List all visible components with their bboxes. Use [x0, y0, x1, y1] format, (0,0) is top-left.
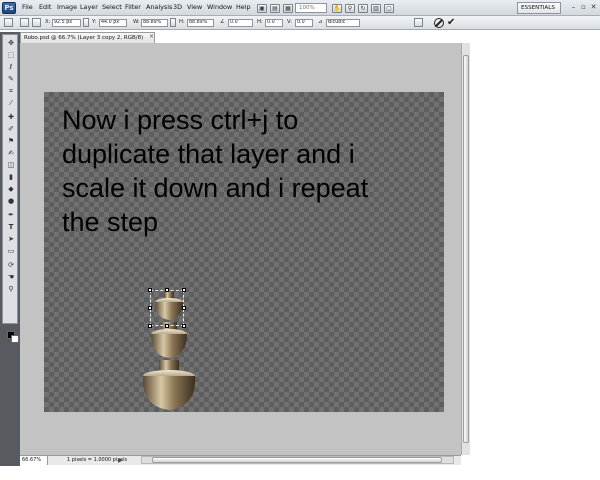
x-position-field[interactable]: 92.5 px	[52, 19, 81, 27]
v-skew-label: V:	[287, 19, 292, 25]
rotate-view-icon[interactable]: ↻	[358, 3, 368, 13]
lasso-tool-icon[interactable]: ℓ	[6, 63, 16, 72]
transform-handle-bottom-left[interactable]	[148, 324, 152, 328]
dodge-icon[interactable]: ●	[6, 197, 16, 206]
vertical-scrollbar[interactable]	[461, 43, 470, 455]
commit-transform-icon[interactable]: ✔	[447, 17, 455, 28]
horizontal-scroll-thumb[interactable]	[152, 457, 442, 463]
transform-handle-top-left[interactable]	[148, 288, 152, 292]
tool-preset-icon[interactable]	[4, 18, 13, 27]
3d-rotate-icon[interactable]: ⟳	[6, 261, 16, 270]
v-skew-field[interactable]: 0.0	[295, 19, 313, 27]
middle-nut-body	[151, 334, 187, 358]
transform-handle-middle-left[interactable]	[148, 306, 152, 310]
close-document-icon[interactable]: ×	[149, 34, 154, 40]
minimize-icon[interactable]: –	[569, 3, 578, 12]
crop-tool-icon[interactable]: ⌗	[6, 87, 16, 96]
bottom-blank-area	[0, 466, 600, 480]
angle-field[interactable]: 0.0	[228, 19, 253, 27]
application-bar: Ps File Edit Image Layer Select Filter A…	[0, 0, 600, 16]
horizontal-scrollbar[interactable]	[141, 456, 454, 464]
y-label: Y:	[92, 19, 97, 25]
document-tab[interactable]: Robo.psd @ 66.7% (Layer 3 copy 2, RGB/8)	[20, 32, 155, 43]
menu-analysis[interactable]: Analysis	[146, 3, 172, 11]
link-icon[interactable]	[170, 18, 176, 27]
angle-icon: ∠	[220, 19, 225, 25]
workspace-switcher[interactable]: ESSENTIALS	[517, 2, 561, 14]
menu-3d[interactable]: 3D	[173, 3, 182, 11]
transform-bounding-box[interactable]	[150, 290, 184, 326]
interpolation-select[interactable]: Bicubic	[326, 19, 360, 27]
hand-tool-icon[interactable]: ☚	[6, 273, 16, 282]
menu-image[interactable]: Image	[57, 3, 77, 11]
reference-point-icon[interactable]	[20, 18, 29, 27]
eyedropper-icon[interactable]: ⁄	[6, 99, 16, 108]
width-field[interactable]: 88.89%	[141, 19, 168, 27]
canvas-text-layer: Now i press ctrl+j to duplicate that lay…	[62, 105, 369, 237]
height-label: H:	[179, 19, 185, 25]
mini-bridge-icon[interactable]: ▤	[270, 3, 280, 13]
h-skew-label: H:	[257, 19, 263, 25]
menu-layer[interactable]: Layer	[80, 3, 98, 11]
hand-icon[interactable]: ✋	[332, 3, 342, 13]
menu-window[interactable]: Window	[207, 3, 232, 11]
transform-handle-bottom-center[interactable]	[165, 324, 169, 328]
menu-edit[interactable]: Edit	[39, 3, 51, 11]
zoom-tool-icon[interactable]: ⚲	[6, 285, 16, 294]
path-select-icon[interactable]: ➤	[6, 235, 16, 244]
blur-icon[interactable]: ◆	[6, 185, 16, 194]
transform-handle-top-right[interactable]	[182, 288, 186, 292]
clone-stamp-icon[interactable]: ⚑	[6, 137, 16, 146]
transform-handle-bottom-right[interactable]	[182, 324, 186, 328]
brush-tool-icon[interactable]: ✐	[6, 125, 16, 134]
tools-column: ✥ ⬚ ℓ ✎ ⌗ ⁄ ✚ ✐ ⚑ ✍ ◫ ▮ ◆ ● ✒ T ➤ ▭ ⟳ ☚ …	[2, 34, 19, 343]
move-tool-icon[interactable]: ✥	[6, 39, 16, 48]
menu-view[interactable]: View	[187, 3, 202, 11]
menu-help[interactable]: Help	[236, 3, 251, 11]
h-skew-field[interactable]: 0.0	[265, 19, 283, 27]
healing-brush-icon[interactable]: ✚	[6, 113, 16, 122]
cancel-transform-icon[interactable]	[434, 18, 444, 28]
menu-file[interactable]: File	[22, 3, 33, 11]
interpolation-label: ⊿	[318, 19, 323, 25]
bottom-nut-cap	[159, 360, 179, 370]
history-brush-icon[interactable]: ✍	[6, 149, 16, 158]
screen-mode-icon[interactable]: ▢	[384, 3, 394, 13]
view-tools: ✋ ⚲ ↻ ▥ ▢	[332, 3, 394, 13]
close-icon[interactable]: ✕	[589, 3, 598, 12]
transform-handle-top-center[interactable]	[165, 288, 169, 292]
pen-tool-icon[interactable]: ✒	[6, 211, 16, 220]
app-bar-tools: ▣ ▤ ▦	[257, 3, 293, 13]
photoshop-logo: Ps	[2, 2, 16, 14]
zoom-level[interactable]: 100%	[295, 3, 327, 13]
quick-select-icon[interactable]: ✎	[6, 75, 16, 84]
vertical-scroll-thumb[interactable]	[463, 55, 469, 443]
bottom-nut-body	[142, 376, 196, 410]
marquee-tool-icon[interactable]: ⬚	[6, 51, 16, 60]
transform-handle-middle-right[interactable]	[182, 306, 186, 310]
y-position-field[interactable]: 44.0 px	[99, 19, 127, 27]
reference-grid-icon[interactable]	[32, 18, 41, 27]
x-label: X:	[45, 19, 51, 25]
shape-tool-icon[interactable]: ▭	[6, 247, 16, 256]
zoom-icon[interactable]: ⚲	[345, 3, 355, 13]
menu-filter[interactable]: Filter	[125, 3, 141, 11]
status-zoom-field[interactable]: 66.67%	[20, 456, 48, 465]
background-color-swatch[interactable]	[11, 335, 19, 343]
height-field[interactable]: 88.89%	[187, 19, 214, 27]
warp-mode-icon[interactable]	[414, 18, 423, 27]
eraser-icon[interactable]: ◫	[6, 161, 16, 170]
extras-icon[interactable]: ▦	[283, 3, 293, 13]
status-menu-arrow-icon[interactable]: ▶	[118, 456, 123, 465]
arrange-documents-icon[interactable]: ▥	[371, 3, 381, 13]
width-label: W:	[133, 19, 140, 25]
menu-select[interactable]: Select	[102, 3, 122, 11]
gradient-icon[interactable]: ▮	[6, 173, 16, 182]
bridge-icon[interactable]: ▣	[257, 3, 267, 13]
relative-position-icon[interactable]	[83, 18, 89, 27]
maximize-icon[interactable]: ▫	[579, 3, 588, 12]
options-bar: X: 92.5 px Y: 44.0 px W: 88.89% H: 88.89…	[0, 16, 600, 30]
type-tool-icon[interactable]: T	[6, 223, 16, 232]
